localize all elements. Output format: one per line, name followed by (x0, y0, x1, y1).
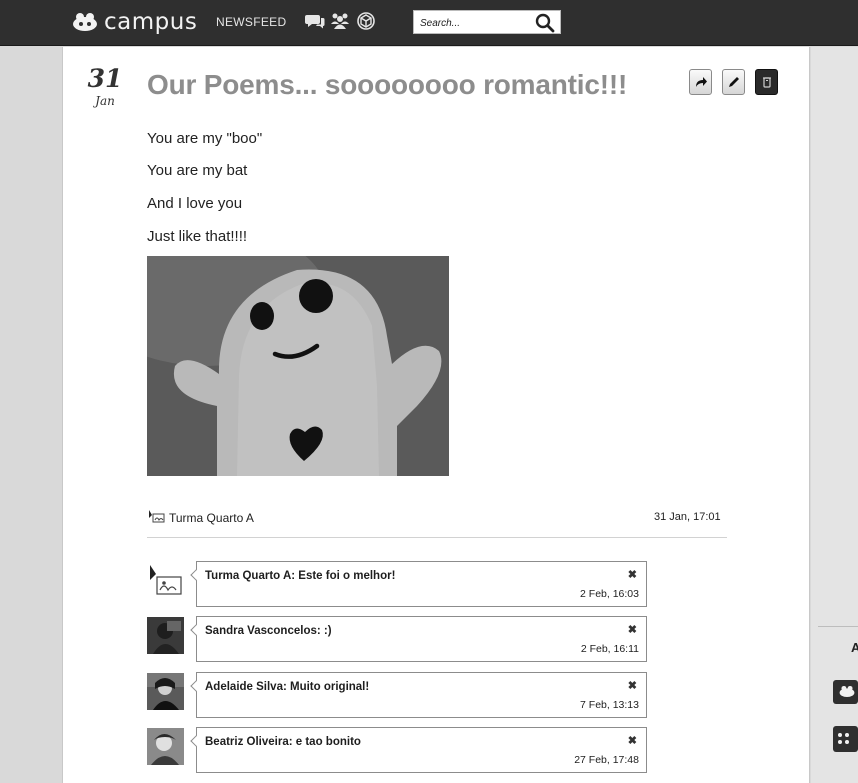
sidebar-heading: A (851, 640, 858, 655)
poem-line: And I love you (147, 195, 243, 212)
top-navigation-bar: campus NEWSFEED (0, 0, 858, 46)
ghost-plush-image (147, 256, 449, 476)
grid-icon (838, 733, 849, 744)
group-avatar-icon (149, 510, 165, 523)
delete-icon (763, 77, 771, 88)
delete-button[interactable] (755, 69, 778, 95)
share-icon (696, 77, 707, 87)
edit-icon (729, 77, 739, 87)
search-input[interactable] (420, 15, 530, 31)
comment-bubble: Sandra Vasconcelos: :) ✖ 2 Feb, 16:11 (190, 616, 647, 662)
comment-text: Sandra Vasconcelos: :) (205, 625, 332, 637)
post-timestamp: 31 Jan, 17:01 (654, 511, 721, 523)
search-box (413, 10, 561, 34)
poem-line: Just like that!!!! (147, 228, 248, 245)
comment-avatar[interactable] (147, 617, 184, 654)
comment-time: 7 Feb, 13:13 (580, 699, 639, 711)
divider (147, 537, 727, 538)
post-date-day: 31 (87, 64, 123, 93)
post-photo[interactable] (147, 256, 449, 476)
comment-bubble: Adelaide Silva: Muito original! ✖ 7 Feb,… (190, 672, 647, 718)
sidebar-apps-button[interactable] (833, 726, 858, 752)
share-button[interactable] (689, 69, 712, 95)
comment-bubble: Turma Quarto A: Este foi o melhor! ✖ 2 F… (190, 561, 647, 607)
post-author[interactable]: Turma Quarto A (169, 511, 254, 525)
comment-avatar[interactable] (147, 728, 184, 765)
chat-icon[interactable] (305, 12, 325, 30)
campus-logo-icon (839, 685, 855, 698)
sidebar-campus-button[interactable] (833, 680, 858, 704)
comment-text: Beatriz Oliveira: e tao bonito (205, 736, 361, 748)
comment-time: 2 Feb, 16:03 (580, 588, 639, 600)
comment-avatar[interactable] (147, 562, 184, 599)
search-icon[interactable] (535, 13, 555, 33)
comment-time: 27 Feb, 17:48 (574, 754, 639, 766)
brand-name: campus (104, 9, 198, 35)
post-title: Our Poems... soooooooo romantic!!! (147, 69, 628, 100)
campus-logo[interactable]: campus (72, 6, 197, 38)
cube-icon[interactable] (356, 12, 376, 30)
close-icon[interactable]: ✖ (628, 568, 637, 581)
edit-button[interactable] (722, 69, 745, 95)
poem-line: You are my "boo" (147, 130, 263, 147)
poem-line: You are my bat (147, 162, 248, 179)
comment-avatar[interactable] (147, 673, 184, 710)
people-icon[interactable] (330, 12, 350, 30)
close-icon[interactable]: ✖ (628, 623, 637, 636)
close-icon[interactable]: ✖ (628, 734, 637, 747)
comment-bubble: Beatriz Oliveira: e tao bonito ✖ 27 Feb,… (190, 727, 647, 773)
comment-time: 2 Feb, 16:11 (580, 643, 639, 655)
nav-newsfeed[interactable]: NEWSFEED (216, 15, 286, 29)
campus-logo-icon (73, 13, 97, 31)
post-date-month: Jan (95, 94, 115, 108)
right-sidebar (811, 47, 858, 783)
comment-text: Adelaide Silva: Muito original! (205, 681, 370, 693)
sidebar-divider (818, 626, 858, 627)
close-icon[interactable]: ✖ (628, 679, 637, 692)
comment-text: Turma Quarto A: Este foi o melhor! (205, 570, 396, 582)
